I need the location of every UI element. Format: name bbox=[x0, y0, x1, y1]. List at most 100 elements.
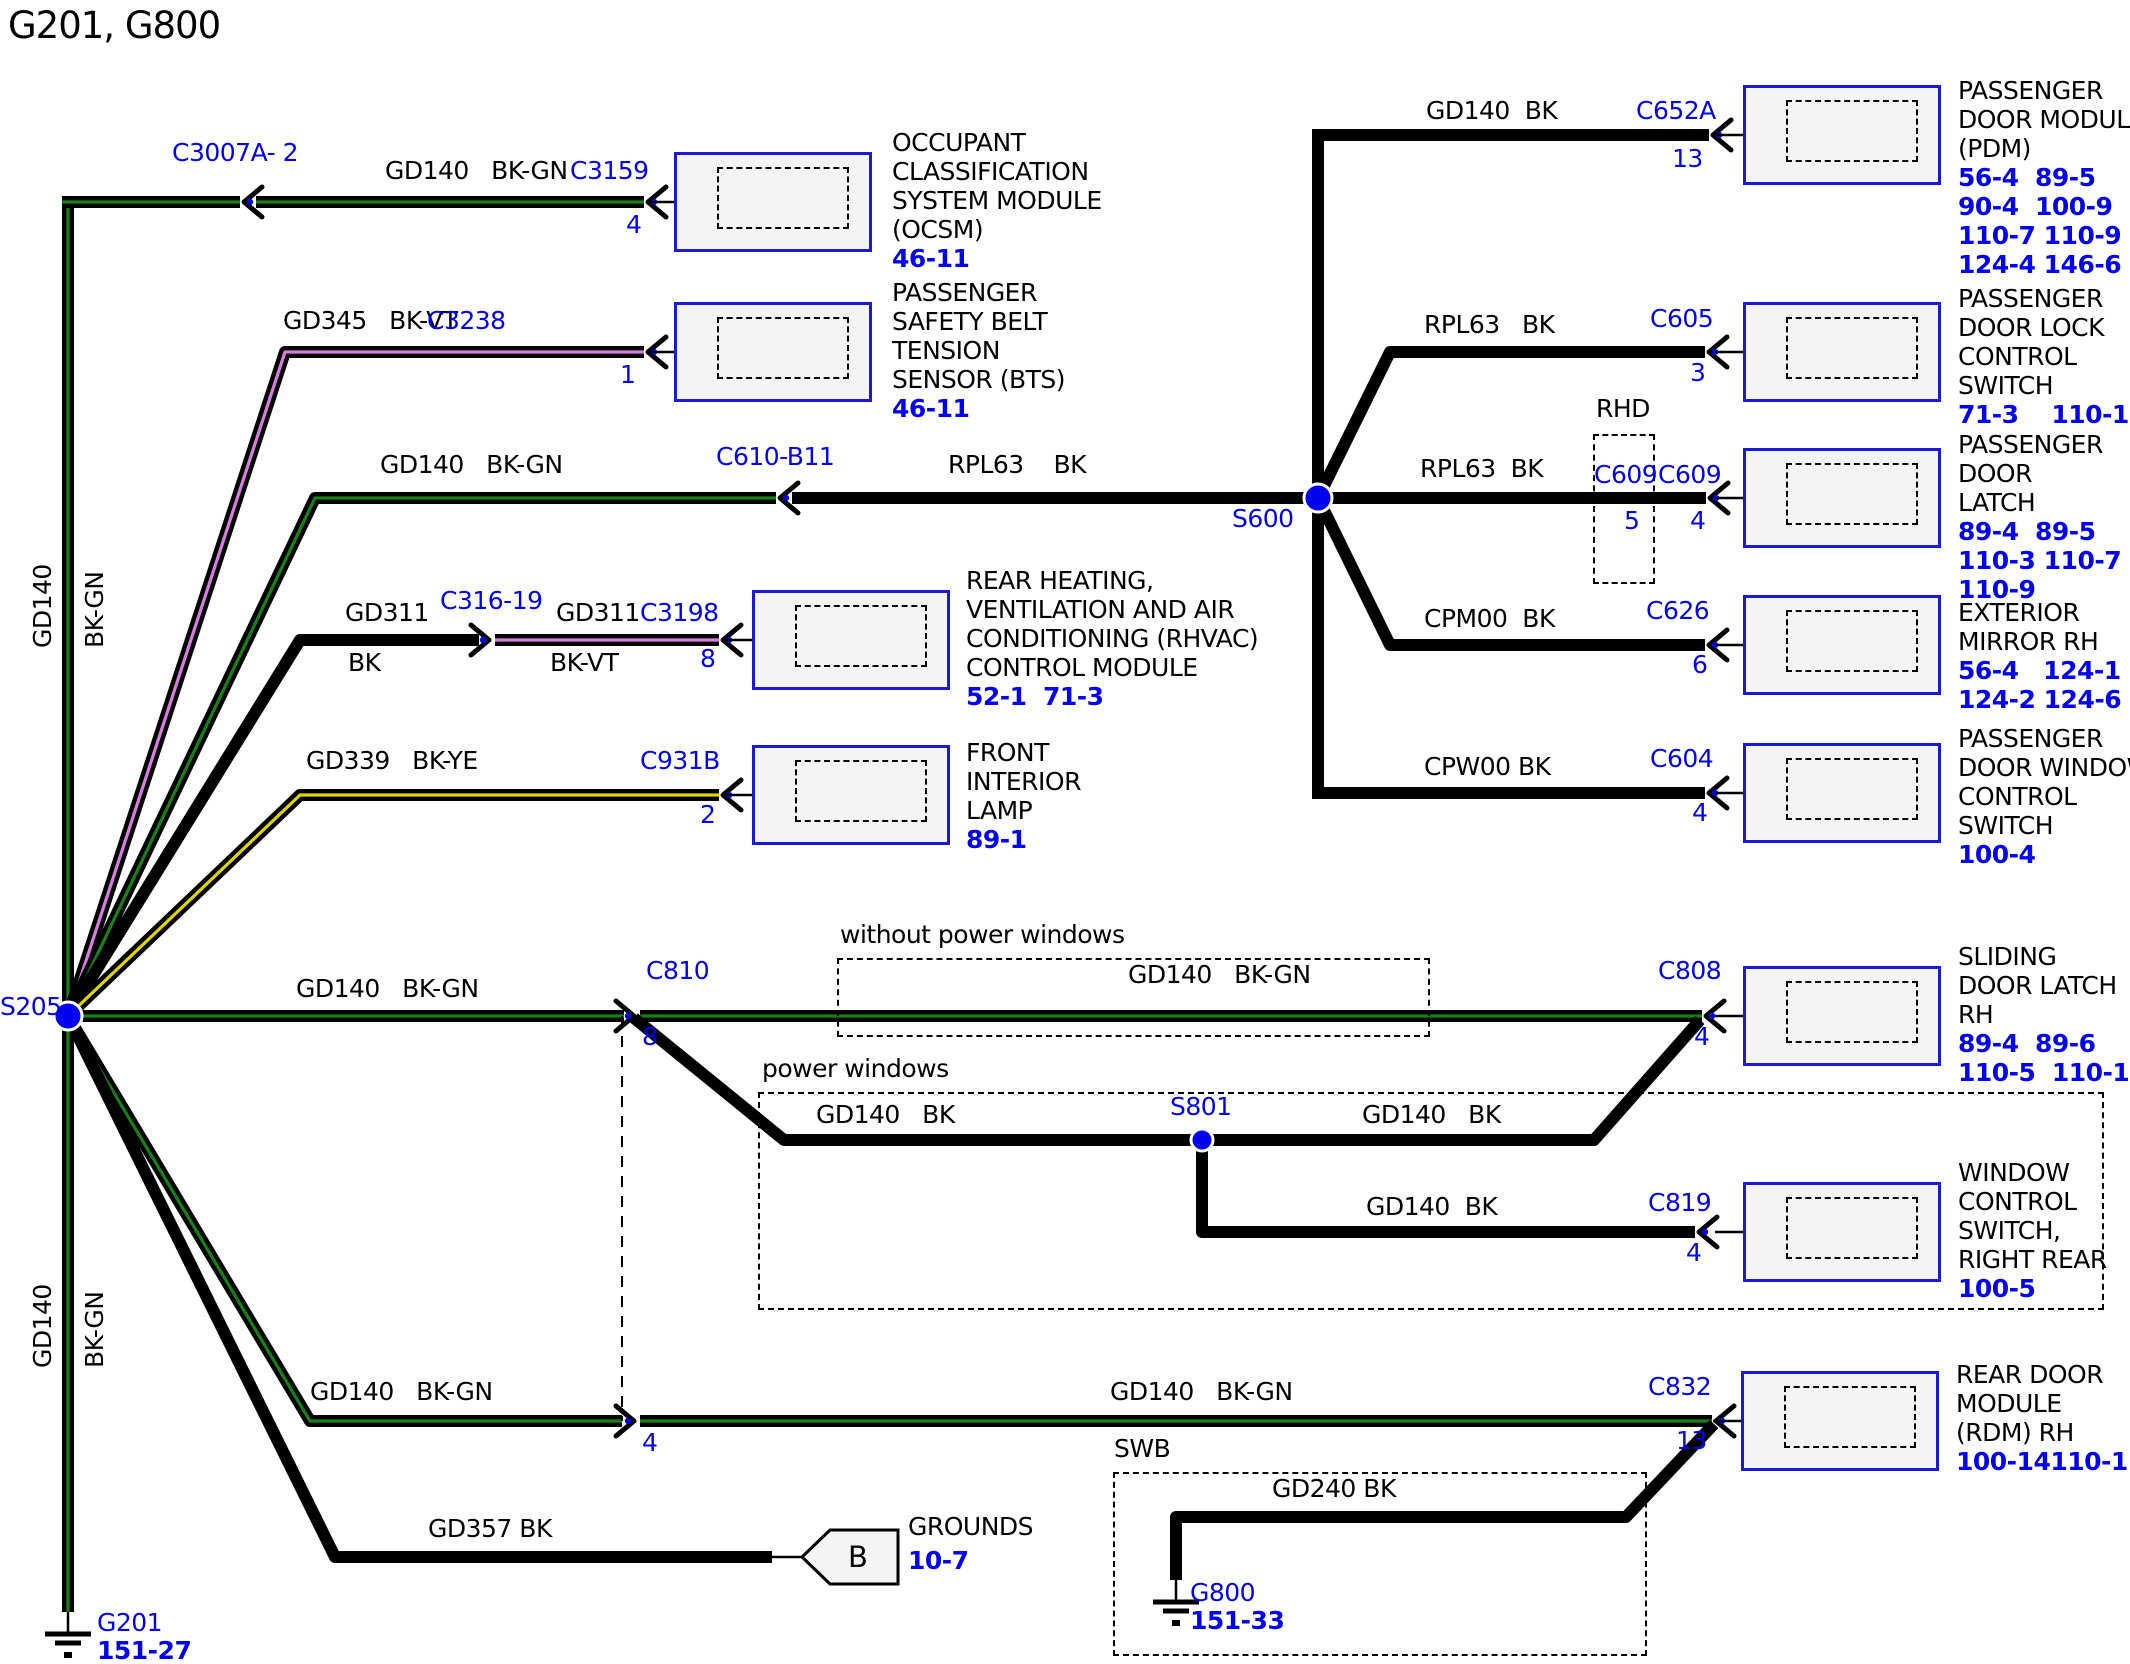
option-label-without-power-windows: without power windows bbox=[840, 922, 1125, 948]
page-ref-door-window-control-switch-0[interactable]: 100-4 bbox=[1958, 840, 2130, 869]
wire-label-gd140-bkgn-row3: GD140 BK-GN bbox=[380, 452, 563, 478]
connector-label-c3159[interactable]: C3159 bbox=[570, 158, 649, 184]
connector-label-c808[interactable]: C808 bbox=[1658, 958, 1721, 984]
module-name-line-exterior-mirror-rh-1: MIRROR RH bbox=[1958, 627, 2121, 656]
module-label-rhvac: REAR HEATING,VENTILATION AND AIRCONDITIO… bbox=[966, 566, 1258, 711]
connector-label-c609-outside[interactable]: C609 bbox=[1658, 462, 1721, 488]
page-ref-pdm-2[interactable]: 110-7 110-9 bbox=[1958, 221, 2130, 250]
grounds-flag-title: GROUNDS bbox=[908, 1514, 1033, 1540]
inline-connector-c3007a-2-dot bbox=[247, 199, 253, 205]
option-label-swb: SWB bbox=[1114, 1436, 1170, 1462]
module-name-line-rhvac-3: CONTROL MODULE bbox=[966, 653, 1258, 682]
harness-label-gd140-vertical-top: GD140 bbox=[30, 564, 56, 648]
pin-c819: 4 bbox=[1686, 1240, 1701, 1266]
pin-c609-5: 5 bbox=[1624, 508, 1639, 534]
page-ref-passenger-door-latch-1[interactable]: 110-3 110-7 bbox=[1958, 546, 2121, 575]
page-ref-g201[interactable]: 151-27 bbox=[97, 1638, 191, 1664]
splice-label-s600[interactable]: S600 bbox=[1232, 506, 1294, 532]
pin-c3238: 1 bbox=[620, 362, 635, 388]
module-connector-outline-exterior-mirror-rh bbox=[1786, 610, 1918, 672]
page-ref-front-interior-lamp-0[interactable]: 89-1 bbox=[966, 825, 1081, 854]
module-label-front-interior-lamp: FRONTINTERIORLAMP89-1 bbox=[966, 738, 1081, 854]
page-ref-passenger-door-latch-0[interactable]: 89-4 89-5 bbox=[1958, 517, 2121, 546]
page-ref-pdm-0[interactable]: 56-4 89-5 bbox=[1958, 163, 2130, 192]
connector-label-c819[interactable]: C819 bbox=[1648, 1190, 1711, 1216]
harness-label-bkgn-vertical-bottom: BK-GN bbox=[82, 1292, 108, 1368]
connector-label-c3238[interactable]: C3238 bbox=[427, 308, 506, 334]
connector-arrow-c808-dot bbox=[1709, 1013, 1715, 1019]
page-ref-door-lock-control-switch-0[interactable]: 71-3 110-14 bbox=[1958, 400, 2130, 429]
module-label-exterior-mirror-rh: EXTERIORMIRROR RH56-4 124-1124-2 124-6 bbox=[1958, 598, 2121, 714]
module-connector-outline-sliding-door-latch-rh bbox=[1786, 981, 1918, 1043]
page-ref-pdm-1[interactable]: 90-4 100-9 bbox=[1958, 192, 2130, 221]
connector-label-c3198[interactable]: C3198 bbox=[640, 600, 719, 626]
connector-label-c832[interactable]: C832 bbox=[1648, 1374, 1711, 1400]
module-name-line-door-window-control-switch-3: SWITCH bbox=[1958, 811, 2130, 840]
module-label-door-window-control-switch: PASSENGERDOOR WINDOWCONTROLSWITCH100-4 bbox=[1958, 724, 2130, 869]
module-name-line-sliding-door-latch-rh-2: RH bbox=[1958, 1000, 2130, 1029]
inline-connector-c610-b11-dot bbox=[783, 495, 789, 501]
page-ref-sliding-door-latch-rh-1[interactable]: 110-5 110-11 bbox=[1958, 1058, 2130, 1087]
wire-label-gd140-bkgn-row1: GD140 BK-GN bbox=[385, 158, 568, 184]
wire-label-gd140-bk-pw1: GD140 BK bbox=[816, 1102, 955, 1128]
page-ref-exterior-mirror-rh-0[interactable]: 56-4 124-1 bbox=[1958, 656, 2121, 685]
page-ref-exterior-mirror-rh-1[interactable]: 124-2 124-6 bbox=[1958, 685, 2121, 714]
module-name-line-front-interior-lamp-0: FRONT bbox=[966, 738, 1081, 767]
module-name-line-bts-0: PASSENGER bbox=[892, 278, 1065, 307]
wire-label-gd311-2: GD311 bbox=[556, 600, 640, 626]
ground-symbol-g201-dot bbox=[64, 1652, 72, 1658]
module-connector-outline-rdm-rh bbox=[1784, 1386, 1916, 1448]
connector-label-c810[interactable]: C810 bbox=[646, 958, 709, 984]
connector-label-c3007a-2[interactable]: C3007A- 2 bbox=[172, 140, 298, 166]
module-name-line-pdm-2: (PDM) bbox=[1958, 134, 2130, 163]
wire-label-rpl63-bk-c609: RPL63 BK bbox=[1420, 456, 1543, 482]
module-name-line-front-interior-lamp-2: LAMP bbox=[966, 796, 1081, 825]
wire-label-gd311-1: GD311 bbox=[345, 600, 429, 626]
page-ref-bts-0[interactable]: 46-11 bbox=[892, 394, 1065, 423]
connector-label-c652a[interactable]: C652A bbox=[1636, 98, 1716, 124]
connector-label-c610-b11[interactable]: C610-B11 bbox=[716, 444, 834, 470]
module-box-bts bbox=[674, 302, 872, 402]
page-ref-rdm-rh-0[interactable]: 100-14110-11 bbox=[1956, 1447, 2130, 1476]
page-ref-sliding-door-latch-rh-0[interactable]: 89-4 89-6 bbox=[1958, 1029, 2130, 1058]
page-ref-pdm-3[interactable]: 124-4 146-6 bbox=[1958, 250, 2130, 279]
connector-label-c626[interactable]: C626 bbox=[1646, 598, 1709, 624]
splice-s600[interactable] bbox=[1304, 484, 1332, 512]
page-ref-g800[interactable]: 151-33 bbox=[1190, 1608, 1284, 1634]
page-ref-grounds[interactable]: 10-7 bbox=[908, 1548, 969, 1574]
ground-label-g201[interactable]: G201 bbox=[97, 1610, 162, 1636]
page-ref-ocsm-0[interactable]: 46-11 bbox=[892, 244, 1102, 273]
connector-label-c931b[interactable]: C931B bbox=[640, 748, 720, 774]
inline-connector-c810-dot bbox=[625, 1013, 631, 1019]
module-connector-outline-front-interior-lamp bbox=[795, 760, 927, 822]
module-box-rdm-rh bbox=[1741, 1371, 1939, 1471]
wire-label-bk-seg1: BK bbox=[348, 650, 381, 676]
ground-label-g800[interactable]: G800 bbox=[1190, 1580, 1255, 1606]
connector-label-c605[interactable]: C605 bbox=[1650, 306, 1713, 332]
wire-label-gd140-bkgn-row7b: GD140 BK-GN bbox=[1110, 1379, 1293, 1405]
pin-c626: 6 bbox=[1692, 652, 1707, 678]
module-label-sliding-door-latch-rh: SLIDINGDOOR LATCHRH89-4 89-6110-5 110-11 bbox=[1958, 942, 2130, 1087]
module-label-bts: PASSENGERSAFETY BELTTENSIONSENSOR (BTS)4… bbox=[892, 278, 1065, 423]
module-box-front-interior-lamp bbox=[752, 745, 950, 845]
pin-c604: 4 bbox=[1692, 800, 1707, 826]
pin-c652a: 13 bbox=[1672, 146, 1703, 172]
wire-label-gd140-bk-c819: GD140 BK bbox=[1366, 1194, 1497, 1220]
module-box-passenger-door-latch bbox=[1743, 448, 1941, 548]
page-ref-rhvac-0[interactable]: 52-1 71-3 bbox=[966, 682, 1258, 711]
connector-label-c604[interactable]: C604 bbox=[1650, 746, 1713, 772]
module-box-exterior-mirror-rh bbox=[1743, 595, 1941, 695]
connector-label-c609-inside[interactable]: C609 bbox=[1594, 462, 1657, 488]
module-box-rhvac bbox=[752, 590, 950, 690]
module-name-line-bts-1: SAFETY BELT bbox=[892, 307, 1065, 336]
module-name-line-door-lock-control-switch-1: DOOR LOCK bbox=[1958, 313, 2130, 342]
module-name-line-passenger-door-latch-0: PASSENGER bbox=[1958, 430, 2121, 459]
inline-connector-c316-19-dot bbox=[480, 637, 486, 643]
splice-label-s801[interactable]: S801 bbox=[1170, 1094, 1232, 1120]
connector-label-c316-19[interactable]: C316-19 bbox=[440, 588, 543, 614]
pin-row7-inline: 4 bbox=[642, 1430, 657, 1456]
module-box-sliding-door-latch-rh bbox=[1743, 966, 1941, 1066]
pin-c832: 13 bbox=[1676, 1428, 1707, 1454]
splice-label-s205[interactable]: S205 bbox=[0, 994, 62, 1020]
wiring-diagram: G201, G800 OCCUPANTCLASSIFICATIONSYSTEM … bbox=[0, 0, 2130, 1664]
